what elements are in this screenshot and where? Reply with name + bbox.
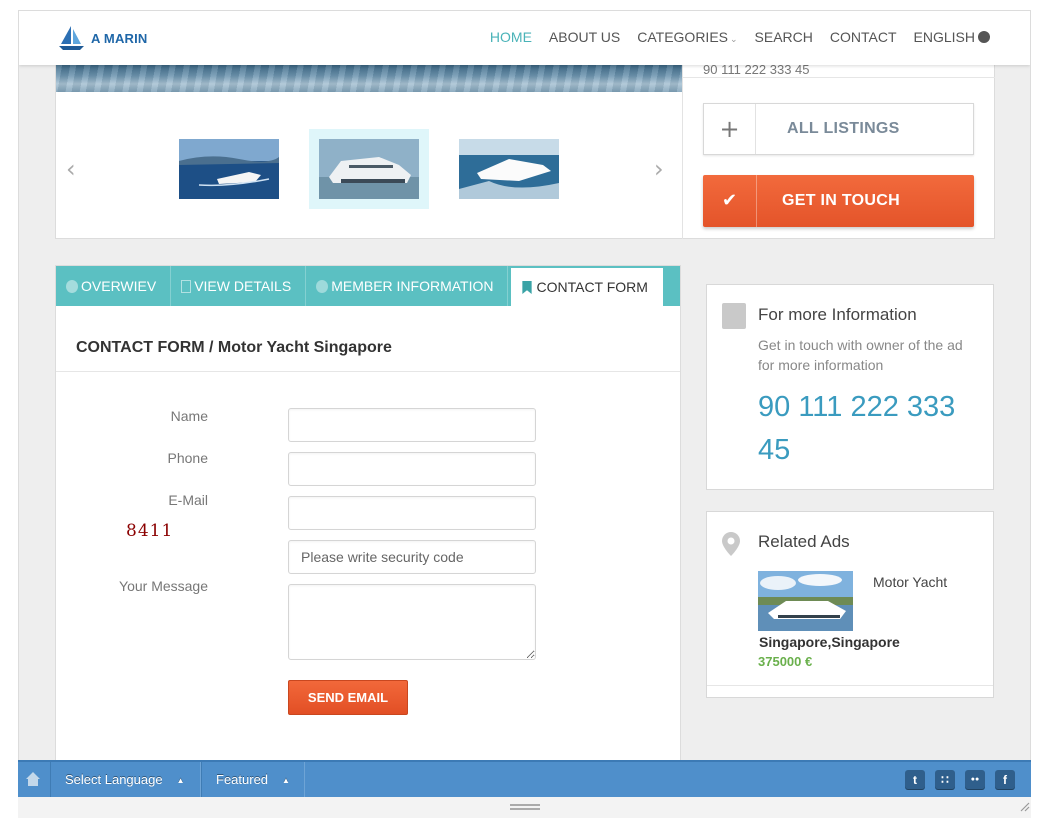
globe-icon (978, 31, 990, 43)
info-icon (66, 279, 78, 293)
send-email-button[interactable]: SEND EMAIL (288, 680, 408, 715)
rss-icon[interactable]: ∷ (935, 770, 955, 790)
phone-label: Phone (167, 450, 208, 466)
related-ads-title: Related Ads (758, 532, 850, 551)
tab-view-details[interactable]: VIEW DETAILS (171, 266, 307, 306)
listing-tabs: OVERWIEV VIEW DETAILS MEMBER INFORMATION… (56, 266, 680, 306)
phone-field[interactable] (288, 452, 536, 486)
info-description: Get in touch with owner of the ad for mo… (758, 337, 963, 373)
info-phone-number[interactable]: 90 111 222 333 45 (758, 386, 958, 472)
related-ad-location: Singapore,Singapore (759, 634, 900, 650)
tab-overview-label: OVERWIEV (81, 278, 157, 294)
twitter-icon[interactable]: t (905, 770, 925, 790)
related-ad-name[interactable]: Motor Yacht (873, 574, 947, 590)
site-header: A MARIN HOME ABOUT US CATEGORIES ⌄ SEARCH… (19, 11, 1030, 65)
tab-member-information[interactable]: MEMBER INFORMATION (306, 266, 509, 306)
nav-categories-label: CATEGORIES (637, 29, 728, 45)
nav-language-label: ENGLISH (913, 29, 975, 45)
caret-up-icon: ▲ (282, 776, 290, 785)
yacht-thumb-3[interactable] (459, 139, 559, 199)
caret-up-icon: ▲ (176, 776, 185, 785)
message-label: Your Message (119, 578, 208, 594)
facebook-icon[interactable]: f (995, 770, 1015, 790)
select-language-button[interactable]: Select Language ▲ (50, 762, 201, 797)
user-icon (316, 279, 329, 293)
related-ad-thumb[interactable] (758, 571, 853, 631)
email-label: E-Mail (168, 492, 208, 508)
listing-gallery-panel: ‹ › 90 111 222 333 45 + ALL LISTINGS ✔ G… (55, 62, 995, 239)
related-ad-price: 375000 € (758, 654, 813, 669)
form-title: CONTACT FORM / Motor Yacht Singapore (76, 339, 392, 356)
document-icon (181, 279, 192, 293)
phone-icon (722, 303, 746, 329)
home-icon[interactable] (25, 771, 41, 787)
featured-button[interactable]: Featured ▲ (201, 762, 305, 797)
email-field[interactable] (288, 496, 536, 530)
contact-info-box: For more Information Get in touch with o… (706, 284, 994, 490)
main-photo (56, 65, 682, 92)
nav-categories[interactable]: CATEGORIES ⌄ (637, 29, 737, 45)
divider (707, 685, 993, 686)
featured-label: Featured (216, 772, 269, 787)
nav-contact[interactable]: CONTACT (830, 29, 897, 45)
map-pin-icon (722, 532, 740, 556)
all-listings-button[interactable]: + ALL LISTINGS (703, 103, 974, 155)
message-field[interactable] (288, 584, 536, 660)
bottom-toolbar: Select Language ▲ Featured ▲ t ∷ ●● f (18, 760, 1031, 797)
plus-icon: + (704, 104, 756, 154)
nav-home[interactable]: HOME (490, 29, 532, 45)
get-in-touch-label: GET IN TOUCH (782, 192, 900, 209)
bookmark-icon (522, 280, 533, 294)
name-field[interactable] (288, 408, 536, 442)
select-language-label: Select Language (65, 772, 163, 787)
divider (56, 371, 680, 372)
site-logo[interactable]: A MARIN (57, 25, 148, 51)
name-label: Name (170, 408, 208, 424)
drag-handle[interactable] (510, 804, 540, 810)
captcha-image: 8411 (126, 521, 174, 541)
get-in-touch-button[interactable]: ✔ GET IN TOUCH (703, 175, 974, 227)
checkmark-icon: ✔ (703, 175, 757, 227)
divider (682, 65, 683, 239)
logo-text: A MARIN (91, 30, 148, 46)
chevron-down-icon: ⌄ (730, 34, 738, 44)
nav-search[interactable]: SEARCH (755, 29, 813, 45)
contact-form-panel: OVERWIEV VIEW DETAILS MEMBER INFORMATION… (55, 265, 681, 805)
divider (683, 77, 995, 78)
sailboat-logo-icon (59, 26, 84, 50)
all-listings-label: ALL LISTINGS (787, 120, 900, 137)
page-frame: A MARIN HOME ABOUT US CATEGORIES ⌄ SEARCH… (18, 10, 1031, 810)
main-nav: HOME ABOUT US CATEGORIES ⌄ SEARCH CONTACT… (473, 29, 990, 45)
tab-overview[interactable]: OVERWIEV (56, 266, 172, 306)
nav-language[interactable]: ENGLISH (914, 29, 990, 45)
resize-grip-icon[interactable] (1018, 800, 1030, 812)
tab-view-details-label: VIEW DETAILS (194, 278, 292, 294)
nav-about-us[interactable]: ABOUT US (549, 29, 620, 45)
chevron-left-icon[interactable]: ‹ (66, 157, 76, 181)
flickr-icon[interactable]: ●● (965, 770, 985, 790)
tab-member-information-label: MEMBER INFORMATION (331, 278, 494, 294)
info-title: For more Information (758, 305, 917, 324)
yacht-thumb-1[interactable] (179, 139, 279, 199)
yacht-thumb-2[interactable] (309, 129, 429, 209)
tab-contact-form[interactable]: CONTACT FORM (511, 268, 663, 306)
chevron-right-icon[interactable]: › (654, 157, 664, 181)
bottom-strip (18, 797, 1031, 818)
related-ads-box: Related Ads Motor Yacht Singapore,Singap… (706, 511, 994, 698)
security-code-field[interactable] (288, 540, 536, 574)
tab-contact-form-label: CONTACT FORM (536, 279, 648, 295)
